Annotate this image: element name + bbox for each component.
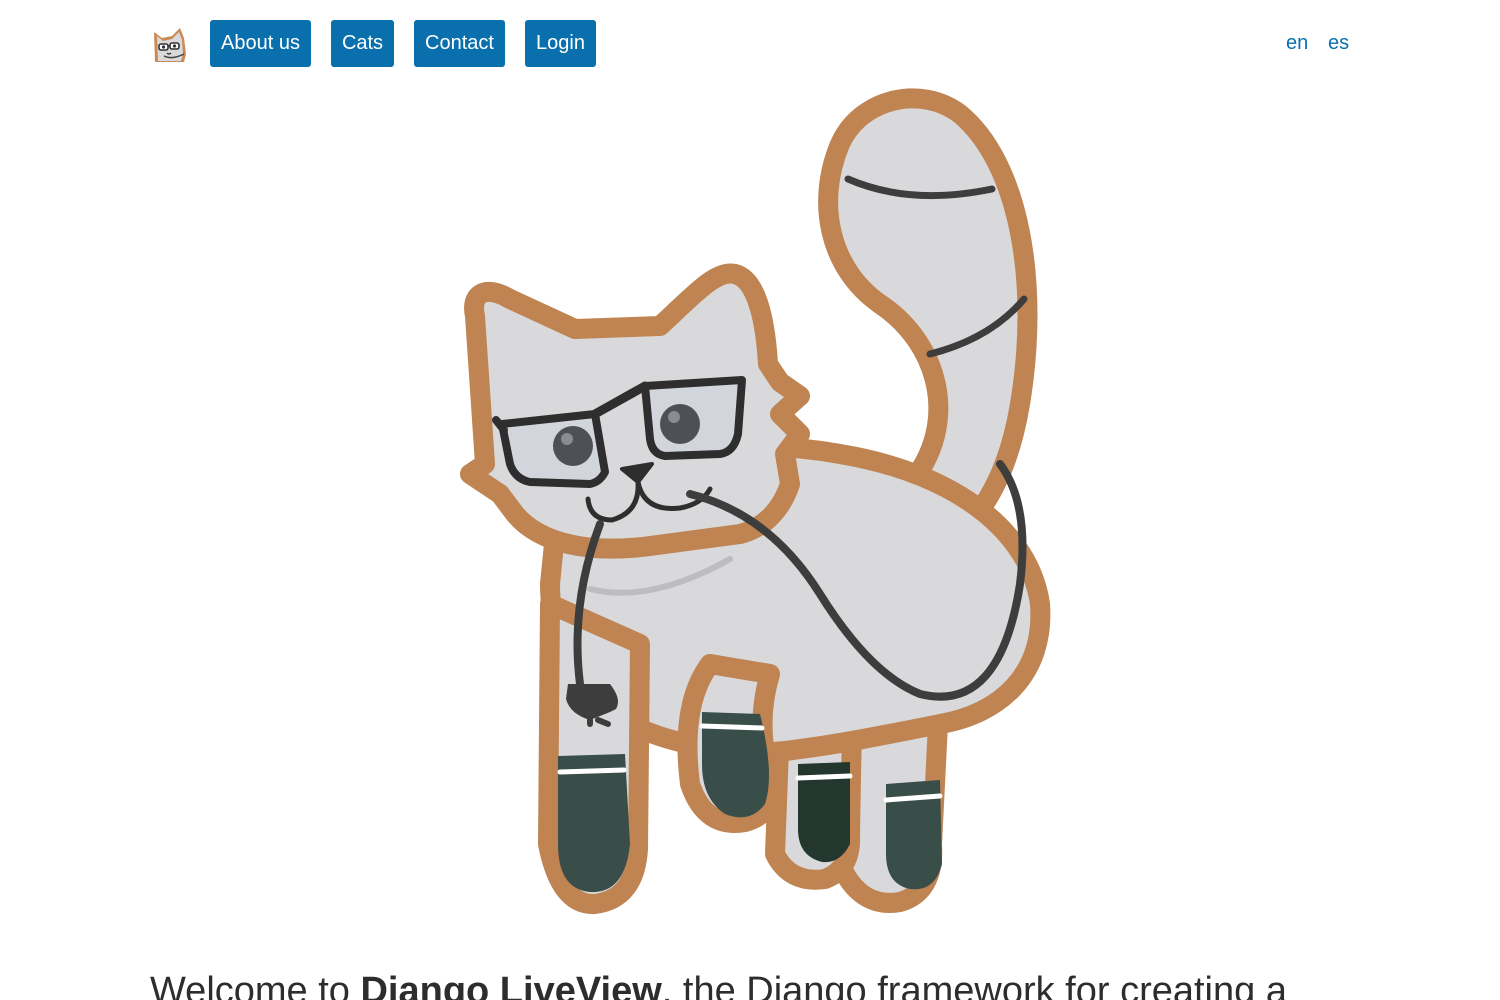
welcome-prefix: Welcome to bbox=[150, 970, 361, 1000]
language-es-link[interactable]: es bbox=[1328, 20, 1349, 67]
welcome-heading: Welcome to Django LiveView, the Django f… bbox=[150, 968, 1400, 1000]
nav-about-us-button[interactable]: About us bbox=[210, 20, 311, 67]
page: About us Cats Contact Login en es Welcom… bbox=[0, 0, 1500, 1000]
cat-logo-icon[interactable] bbox=[150, 24, 190, 64]
nav-login-button[interactable]: Login bbox=[525, 20, 596, 67]
nav-contact-button[interactable]: Contact bbox=[414, 20, 505, 67]
top-navbar: About us Cats Contact Login en es bbox=[150, 20, 1350, 67]
welcome-suffix: , the Django framework for creating a bbox=[661, 970, 1287, 1000]
nav-cats-button[interactable]: Cats bbox=[331, 20, 394, 67]
glasses-cat-mascot-icon bbox=[440, 84, 1060, 916]
language-en-link[interactable]: en bbox=[1286, 20, 1308, 67]
welcome-product-name: Django LiveView bbox=[360, 970, 662, 1000]
